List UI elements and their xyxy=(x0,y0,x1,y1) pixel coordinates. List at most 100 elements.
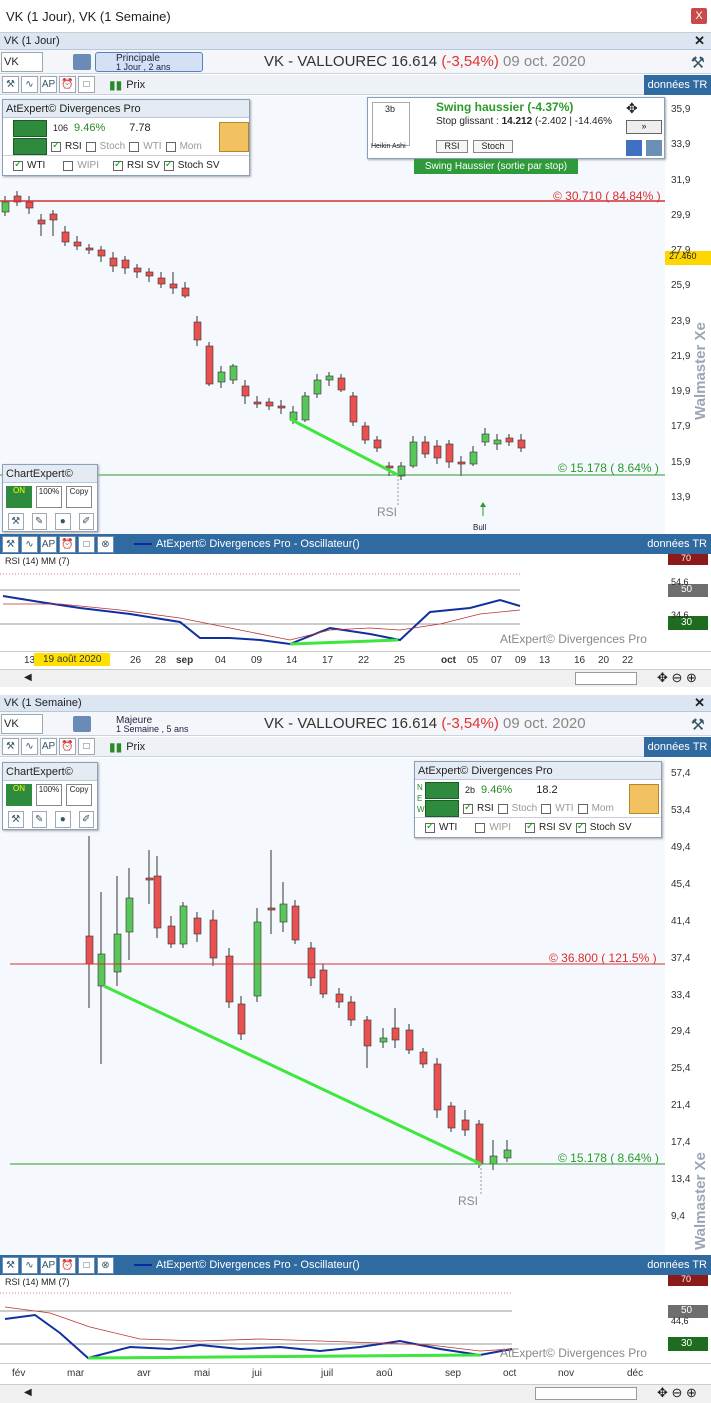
indicator-icon[interactable]: AP xyxy=(40,738,57,755)
top-scrollbar[interactable]: ◀ ✥ ⊖ ⊕ xyxy=(0,669,711,687)
draw-icon[interactable]: ∿ xyxy=(21,738,38,755)
book-icon[interactable] xyxy=(73,53,91,70)
period-sub: 1 Semaine , 5 ans xyxy=(116,723,189,734)
wrench-icon[interactable]: ⚒ xyxy=(8,513,24,530)
rsi-sv-checkbox[interactable] xyxy=(113,159,123,171)
settings-wrench-icon[interactable]: ⚒ xyxy=(691,53,705,73)
indicator-icon[interactable]: AP xyxy=(40,76,57,93)
hammer-icon[interactable] xyxy=(629,784,659,814)
stoch-sv-checkbox[interactable] xyxy=(163,159,174,171)
chartexpert-100-button[interactable]: 100% xyxy=(36,486,62,508)
candle-body xyxy=(253,921,262,997)
wti-sv-checkbox[interactable] xyxy=(13,159,23,171)
rsi-checkbox[interactable] xyxy=(463,802,473,814)
date-tick-selected: 19 août 2020 xyxy=(34,653,111,666)
chartexpert-100-button[interactable]: 100% xyxy=(36,784,62,806)
chartexpert-on-button[interactable]: ON xyxy=(6,784,32,806)
osc-ap-icon[interactable]: AP xyxy=(40,1256,57,1274)
bottom-period-selector[interactable]: Majeure 1 Semaine , 5 ans xyxy=(95,713,203,734)
candle-body xyxy=(409,441,418,467)
forward-icon[interactable]: » xyxy=(626,120,662,134)
bottom-resistance-label: © 36.800 ( 121.5% ) xyxy=(549,951,657,965)
scroll-left-icon[interactable]: ◀ xyxy=(24,672,32,683)
wti-sv-checkbox[interactable] xyxy=(425,821,435,833)
zoom-controls-icon[interactable]: ✥ ⊖ ⊕ xyxy=(657,670,697,686)
osc-close-icon[interactable]: ⊗ xyxy=(97,535,114,553)
top-symbol-input[interactable]: VK xyxy=(1,51,43,72)
stoch-checkbox[interactable] xyxy=(497,803,508,814)
chartexpert-copy-button[interactable]: Copy xyxy=(66,486,92,508)
osc-close-icon[interactable]: ⊗ xyxy=(97,1256,114,1274)
swing-stoch-button[interactable]: Stoch xyxy=(473,140,513,153)
bottom-rsi-marker: RSI xyxy=(458,1194,479,1208)
heikin-ashi-icon[interactable]: 3b xyxy=(372,102,410,146)
bottom-chart-close-icon[interactable]: ✕ xyxy=(694,695,705,711)
pencil-icon[interactable]: ✎ xyxy=(31,513,47,530)
alarm-icon[interactable]: ⏰ xyxy=(59,738,76,755)
chartexpert-title: ChartExpert© xyxy=(3,465,97,483)
hammer-icon[interactable] xyxy=(219,122,249,152)
chart2-icon[interactable] xyxy=(646,140,662,156)
divergence-mode-button[interactable] xyxy=(425,800,459,817)
osc-alarm-icon[interactable]: ⏰ xyxy=(59,1256,76,1274)
globe-icon[interactable]: ● xyxy=(55,811,71,828)
top-chart-close-icon[interactable]: ✕ xyxy=(694,33,705,49)
osc-draw-icon[interactable]: ∿ xyxy=(21,1256,38,1274)
window-close-button[interactable]: X xyxy=(691,8,707,24)
edit-icon[interactable]: ✐ xyxy=(78,811,94,828)
price-series-label[interactable]: Prix xyxy=(126,79,145,91)
chart-icon[interactable] xyxy=(626,140,642,156)
divergence-toggle-button[interactable] xyxy=(13,119,47,137)
wipi-checkbox[interactable] xyxy=(475,822,486,833)
stoch-checkbox[interactable] xyxy=(85,141,96,152)
tools-icon[interactable]: ⚒ xyxy=(2,76,19,93)
chartexpert-copy-button[interactable]: Copy xyxy=(66,784,92,806)
rsi-checkbox[interactable] xyxy=(51,140,61,152)
zoom-controls-icon[interactable]: ✥ ⊖ ⊕ xyxy=(657,1385,697,1401)
wti-checkbox[interactable] xyxy=(541,803,552,814)
settings-wrench-icon[interactable]: ⚒ xyxy=(691,715,705,735)
stoch-sv-checkbox[interactable] xyxy=(575,821,586,833)
mom-checkbox[interactable] xyxy=(577,803,588,814)
bottom-scrollbar[interactable]: ◀ ✥ ⊖ ⊕ xyxy=(0,1384,711,1403)
osc-square-icon[interactable]: □ xyxy=(78,1256,95,1274)
date-tick: juil xyxy=(321,1368,334,1379)
divergence-toggle-button[interactable] xyxy=(425,781,459,799)
divergence-mode-button[interactable] xyxy=(13,138,47,155)
osc-alarm-icon[interactable]: ⏰ xyxy=(59,535,76,553)
top-oscillator-header: ⚒ ∿ AP ⏰ □ ⊗ AtExpert© Divergences Pro -… xyxy=(0,534,711,554)
wrench-icon[interactable]: ⚒ xyxy=(8,811,24,828)
candle-body xyxy=(217,371,226,383)
mom-checkbox[interactable] xyxy=(165,141,176,152)
move-icon[interactable]: ✥ xyxy=(626,100,638,117)
osc-tools-icon[interactable]: ⚒ xyxy=(2,535,19,553)
date-tick: 28 xyxy=(155,655,167,666)
bottom-symbol-input[interactable]: VK xyxy=(1,713,43,734)
osc-tools-icon[interactable]: ⚒ xyxy=(2,1256,19,1274)
top-period-selector[interactable]: Principale 1 Jour , 2 ans xyxy=(95,51,203,72)
top-chartexpert-panel: ChartExpert© ON 100% Copy ⚒ ✎ ● ✐ xyxy=(2,464,98,532)
square-icon[interactable]: □ xyxy=(78,738,95,755)
tools-icon[interactable]: ⚒ xyxy=(2,738,19,755)
osc-square-icon[interactable]: □ xyxy=(78,535,95,553)
chartexpert-on-button[interactable]: ON xyxy=(6,486,32,508)
wti-checkbox[interactable] xyxy=(129,141,140,152)
bottom-chart-subbar: VK (1 Semaine) ✕ xyxy=(0,695,711,712)
book-icon[interactable] xyxy=(73,715,91,732)
candle-body xyxy=(279,903,288,923)
osc-ap-icon[interactable]: AP xyxy=(40,535,57,553)
square-icon[interactable]: □ xyxy=(78,76,95,93)
price-series-label[interactable]: Prix xyxy=(126,741,145,753)
swing-rsi-button[interactable]: RSI xyxy=(436,140,468,153)
scroll-thumb[interactable] xyxy=(575,672,637,685)
scroll-left-icon[interactable]: ◀ xyxy=(24,1387,32,1398)
draw-icon[interactable]: ∿ xyxy=(21,76,38,93)
globe-icon[interactable]: ● xyxy=(55,513,71,530)
scroll-thumb[interactable] xyxy=(535,1387,637,1400)
osc-draw-icon[interactable]: ∿ xyxy=(21,535,38,553)
rsi-sv-checkbox[interactable] xyxy=(525,821,535,833)
edit-icon[interactable]: ✐ xyxy=(78,513,94,530)
pencil-icon[interactable]: ✎ xyxy=(31,811,47,828)
alarm-icon[interactable]: ⏰ xyxy=(59,76,76,93)
wipi-checkbox[interactable] xyxy=(63,160,74,171)
